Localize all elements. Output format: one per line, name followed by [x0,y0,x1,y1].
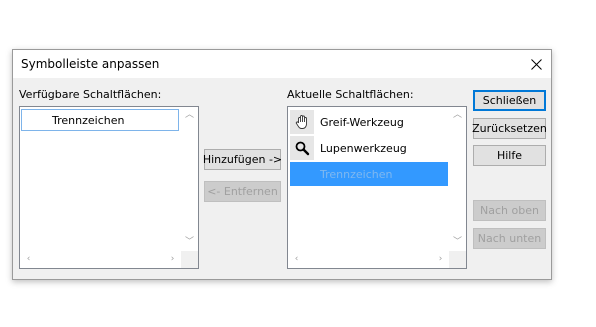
vertical-scrollbar[interactable]: ︿ ﹀ [449,107,466,251]
scroll-left-icon[interactable]: ‹ [20,251,37,268]
current-buttons-label: Aktuelle Schaltflächen: [287,88,414,101]
close-button[interactable]: Schließen [473,90,546,111]
vertical-scrollbar[interactable]: ︿ ﹀ [181,107,198,251]
list-item[interactable]: Greif-Werkzeug [290,110,448,134]
add-button[interactable]: Hinzufügen -> [203,149,282,170]
scroll-down-icon[interactable]: ﹀ [181,234,198,251]
horizontal-scrollbar[interactable]: ‹ › [20,251,181,268]
customize-toolbar-dialog: Symbolleiste anpassen Verfügbare Schaltf… [12,49,552,280]
list-item[interactable]: Lupenwerkzeug [290,136,448,160]
scroll-up-icon[interactable]: ︿ [181,107,198,124]
move-down-button[interactable]: Nach unten [473,228,546,249]
horizontal-scrollbar[interactable]: ‹ › [288,251,449,268]
scrollbar-corner [181,251,198,268]
scroll-right-icon[interactable]: › [432,251,449,268]
remove-button[interactable]: <- Entfernen [204,181,281,202]
hand-icon [290,110,314,134]
list-item-label: Greif-Werkzeug [320,115,404,129]
dialog-title: Symbolleiste anpassen [21,57,160,71]
list-item-label: Lupenwerkzeug [320,141,407,155]
scrollbar-corner [449,251,466,268]
available-buttons-list[interactable]: Trennzeichen ︿ ﹀ ‹ › [19,106,199,269]
list-item-selected[interactable]: Trennzeichen [290,162,448,186]
list-item-label: Trennzeichen [320,167,393,181]
reset-button[interactable]: Zurücksetzen [472,118,547,139]
list-item-label: Trennzeichen [52,113,125,127]
scroll-left-icon[interactable]: ‹ [288,251,305,268]
title-bar: Symbolleiste anpassen [13,50,551,78]
help-button[interactable]: Hilfe [473,145,546,166]
list-item[interactable]: Trennzeichen [21,109,179,131]
available-buttons-label: Verfügbare Schaltflächen: [19,88,162,101]
scroll-right-icon[interactable]: › [164,251,181,268]
close-window-button[interactable] [521,50,551,78]
move-up-button[interactable]: Nach oben [473,200,546,221]
scroll-down-icon[interactable]: ﹀ [449,234,466,251]
current-buttons-list[interactable]: Greif-Werkzeug Lupenwerkzeug Trennzeiche… [287,106,467,269]
scroll-up-icon[interactable]: ︿ [449,107,466,124]
close-icon [530,58,542,70]
magnifier-icon [290,136,314,160]
